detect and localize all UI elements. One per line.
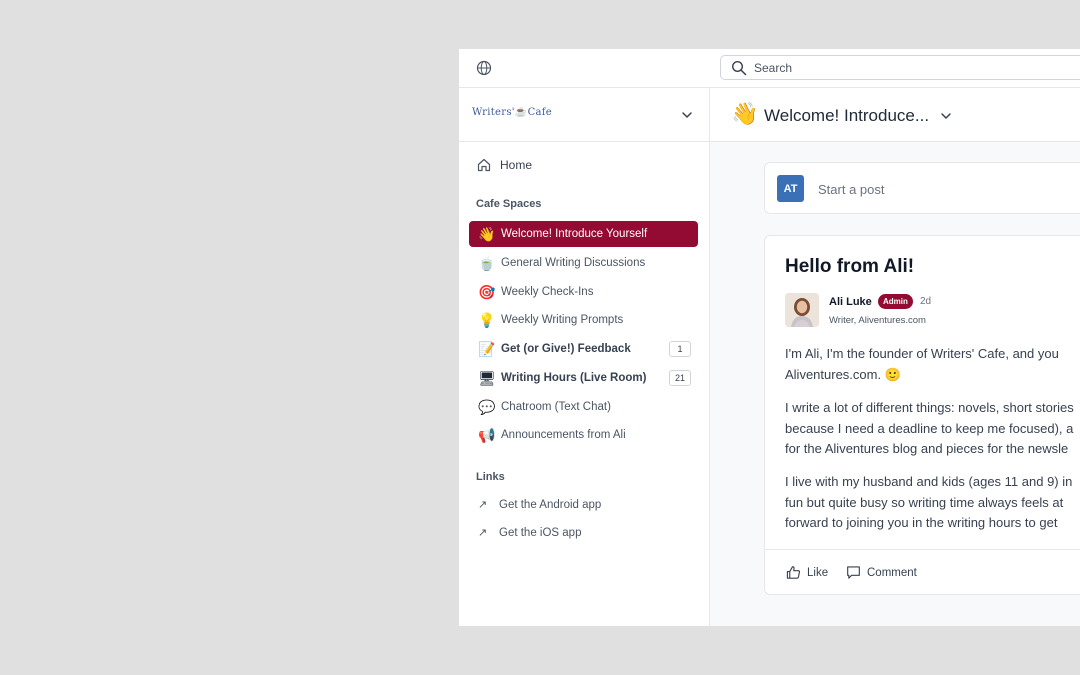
waving-hand-icon: 👋 bbox=[731, 101, 759, 126]
post-age: 2d bbox=[920, 296, 932, 307]
unread-count-badge: 1 bbox=[669, 341, 691, 357]
writers-cafe-logo: Writers'☕Cafe bbox=[472, 107, 553, 118]
monitor-icon: 🖥 bbox=[478, 370, 496, 386]
link-ios-app[interactable]: ↗ Get the iOS app bbox=[478, 526, 581, 540]
search-placeholder: Search bbox=[754, 61, 793, 75]
sidebar-item-home[interactable]: Home bbox=[476, 155, 532, 175]
sidebar-item-chatroom[interactable]: 💬 Chatroom (Text Chat) bbox=[469, 394, 698, 420]
author-headline: Writer, Aliventures.com bbox=[829, 315, 926, 326]
link-android-app[interactable]: ↗ Get the Android app bbox=[478, 498, 601, 512]
composer-placeholder: Start a post bbox=[818, 182, 885, 197]
post-title[interactable]: Hello from Ali! bbox=[785, 256, 914, 278]
sidebar-item-welcome[interactable]: 👋 Welcome! Introduce Yourself bbox=[469, 221, 698, 247]
sidebar: Writers'☕Cafe Home Cafe Spaces 👋 Welcome… bbox=[459, 88, 710, 626]
comment-button[interactable]: Comment bbox=[846, 565, 917, 580]
top-bar: Search bbox=[459, 49, 1080, 88]
search-input[interactable]: Search bbox=[720, 55, 1080, 80]
lightbulb-icon: 💡 bbox=[478, 312, 496, 328]
post-paragraph: I live with my husband and kids (ages 11… bbox=[785, 474, 1073, 530]
like-button[interactable]: Like bbox=[786, 565, 828, 580]
sidebar-item-announcements[interactable]: 📢 Announcements from Ali bbox=[469, 422, 698, 448]
sidebar-item-general-writing[interactable]: 🍵 General Writing Discussions bbox=[469, 250, 698, 276]
author-name[interactable]: Ali Luke bbox=[829, 296, 872, 308]
space-title[interactable]: Welcome! Introduce... bbox=[764, 106, 929, 126]
chevron-down-icon[interactable] bbox=[940, 110, 952, 122]
links-heading: Links bbox=[476, 471, 505, 483]
sidebar-item-writing-prompts[interactable]: 💡 Weekly Writing Prompts bbox=[469, 307, 698, 333]
tea-cup-icon: 🍵 bbox=[478, 255, 496, 271]
space-header: 👋 Welcome! Introduce... bbox=[710, 88, 1080, 142]
memo-icon: 📝 bbox=[478, 341, 496, 357]
sidebar-item-weekly-checkins[interactable]: 🎯 Weekly Check-Ins bbox=[469, 279, 698, 305]
post-actions: Like Comment bbox=[765, 549, 1080, 596]
external-link-icon: ↗ bbox=[478, 499, 488, 511]
app-window: Search Writers'☕Cafe Home Cafe Spaces 👋 … bbox=[459, 49, 1080, 626]
megaphone-icon: 📢 bbox=[478, 427, 496, 443]
sidebar-item-feedback[interactable]: 📝 Get (or Give!) Feedback 1 bbox=[469, 336, 698, 362]
home-icon bbox=[477, 158, 491, 172]
community-switcher[interactable]: Writers'☕Cafe bbox=[459, 88, 709, 142]
search-icon bbox=[731, 60, 747, 76]
waving-hand-icon: 👋 bbox=[478, 226, 496, 242]
globe-icon[interactable] bbox=[476, 60, 492, 76]
cafe-spaces-heading: Cafe Spaces bbox=[476, 198, 542, 210]
sidebar-item-writing-hours[interactable]: 🖥 Writing Hours (Live Room) 21 bbox=[469, 365, 698, 391]
post-paragraph: I'm Ali, I'm the founder of Writers' Caf… bbox=[785, 346, 1059, 382]
external-link-icon: ↗ bbox=[478, 527, 488, 539]
comment-icon bbox=[847, 566, 860, 579]
user-avatar: AT bbox=[777, 175, 804, 202]
post-paragraph: I write a lot of different things: novel… bbox=[785, 400, 1074, 456]
cup-icon: ☕ bbox=[514, 107, 528, 118]
post-card: Hello from Ali! Ali Luke Admin 2d Writer… bbox=[764, 235, 1080, 595]
speech-bubble-icon: 💬 bbox=[478, 399, 496, 415]
start-post-composer[interactable]: AT Start a post bbox=[764, 162, 1080, 214]
admin-badge: Admin bbox=[878, 294, 913, 309]
target-icon: 🎯 bbox=[478, 284, 496, 300]
author-avatar[interactable] bbox=[785, 293, 819, 327]
thumbs-up-icon bbox=[786, 566, 801, 579]
chevron-down-icon[interactable] bbox=[681, 109, 693, 121]
unread-count-badge: 21 bbox=[669, 370, 691, 386]
